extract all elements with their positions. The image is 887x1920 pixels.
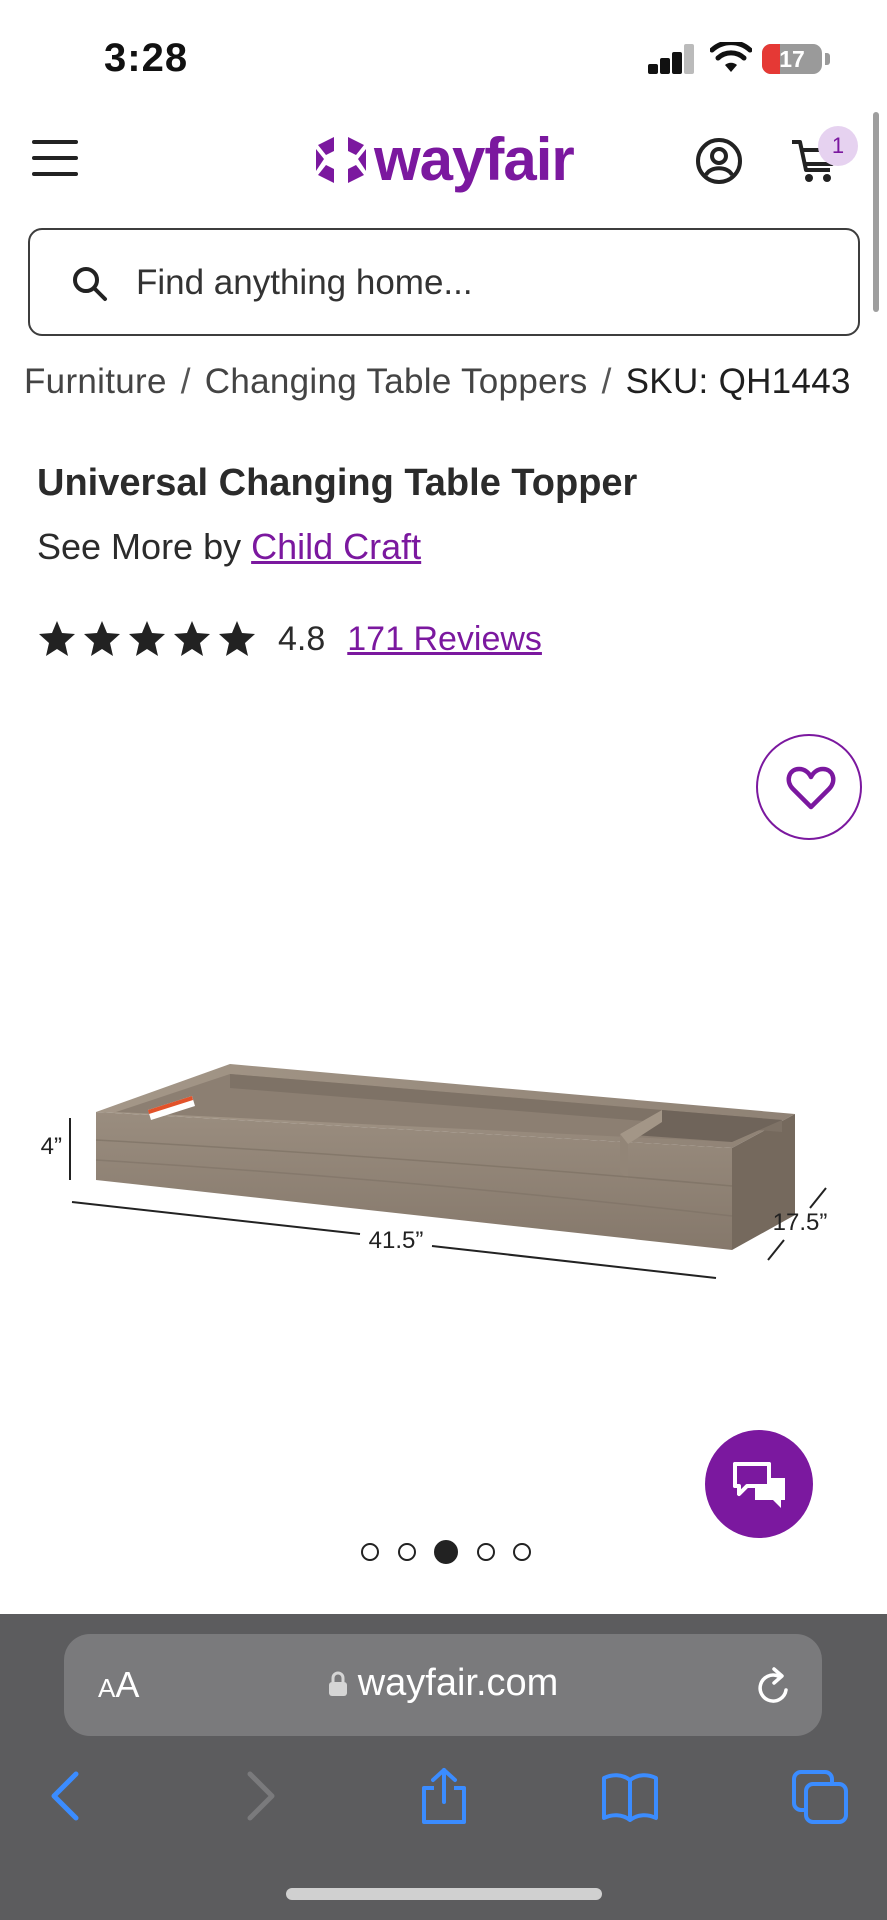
breadcrumb-item-furniture[interactable]: Furniture [24, 362, 167, 401]
rating-value: 4.8 [278, 619, 326, 658]
dimension-height: 4” [41, 1133, 62, 1160]
dimension-length: 41.5” [369, 1227, 424, 1254]
site-header: wayfair [0, 110, 887, 210]
star-icon [219, 621, 255, 656]
chevron-right-icon[interactable] [228, 1766, 288, 1826]
battery-icon: 17 [762, 44, 822, 74]
logo-mark-icon [316, 137, 366, 183]
search-icon [73, 267, 107, 301]
star-icon [39, 621, 75, 656]
brand-link[interactable]: Child Craft [251, 526, 421, 567]
user-circle-icon[interactable] [694, 136, 744, 186]
logo-text: wayfair [374, 126, 575, 193]
search-bar[interactable] [28, 228, 860, 336]
cart-count-badge[interactable]: 1 [818, 126, 858, 166]
reload-icon[interactable] [754, 1664, 794, 1708]
carousel-dot[interactable] [513, 1543, 531, 1561]
product-title: Universal Changing Table Topper [37, 462, 638, 504]
tabs-icon[interactable] [790, 1766, 850, 1826]
status-time: 3:28 [104, 36, 189, 80]
home-indicator[interactable] [286, 1888, 602, 1900]
carousel-dots [361, 1540, 531, 1564]
browser-toolbar: AA wayfair.com [0, 1614, 887, 1920]
heart-icon [786, 766, 836, 810]
lock-icon [328, 1671, 347, 1696]
breadcrumb-separator: / [601, 362, 612, 401]
cellular-signal-icon [648, 44, 694, 74]
breadcrumb-separator: / [180, 362, 191, 401]
reviews-link[interactable]: 171 Reviews [347, 620, 542, 659]
battery-cap [825, 53, 830, 65]
url-display[interactable]: wayfair.com [64, 1662, 822, 1705]
chat-icon [733, 1462, 785, 1508]
star-icon [129, 621, 165, 656]
see-more-by: See More by Child Craft [37, 526, 421, 568]
share-icon[interactable] [414, 1766, 474, 1826]
breadcrumb-sku: SKU: QH1443 [625, 362, 851, 401]
chevron-left-icon[interactable] [38, 1766, 98, 1826]
favorite-button[interactable] [756, 734, 862, 840]
breadcrumb: Furniture / Changing Table Toppers / SKU: QH… [24, 362, 851, 402]
star-icon [174, 621, 210, 656]
product-image[interactable]: 4” 41.5” 17.5” [40, 1040, 840, 1330]
search-input[interactable] [136, 254, 836, 312]
carousel-dot-active[interactable] [434, 1540, 458, 1564]
status-bar: 3:28 17 [0, 0, 887, 110]
book-icon[interactable] [600, 1766, 660, 1826]
see-more-label: See More by [37, 526, 242, 567]
carousel-dot[interactable] [397, 1543, 416, 1561]
url-text: wayfair.com [357, 1662, 559, 1704]
carousel-dot[interactable] [361, 1543, 379, 1561]
breadcrumb-item-changing-table-toppers[interactable]: Changing Table Toppers [205, 362, 588, 401]
star-icon [84, 621, 120, 656]
battery-level: 17 [779, 46, 805, 72]
address-bar[interactable]: AA wayfair.com [64, 1634, 822, 1736]
chat-button[interactable] [705, 1430, 813, 1538]
dimension-depth: 17.5” [773, 1209, 828, 1236]
wayfair-logo[interactable]: wayfair [312, 126, 575, 193]
carousel-dot[interactable] [476, 1543, 495, 1561]
hamburger-icon[interactable] [32, 140, 80, 180]
wifi-icon [710, 42, 752, 72]
product-rating[interactable]: 4.8 171 Reviews [37, 614, 542, 664]
